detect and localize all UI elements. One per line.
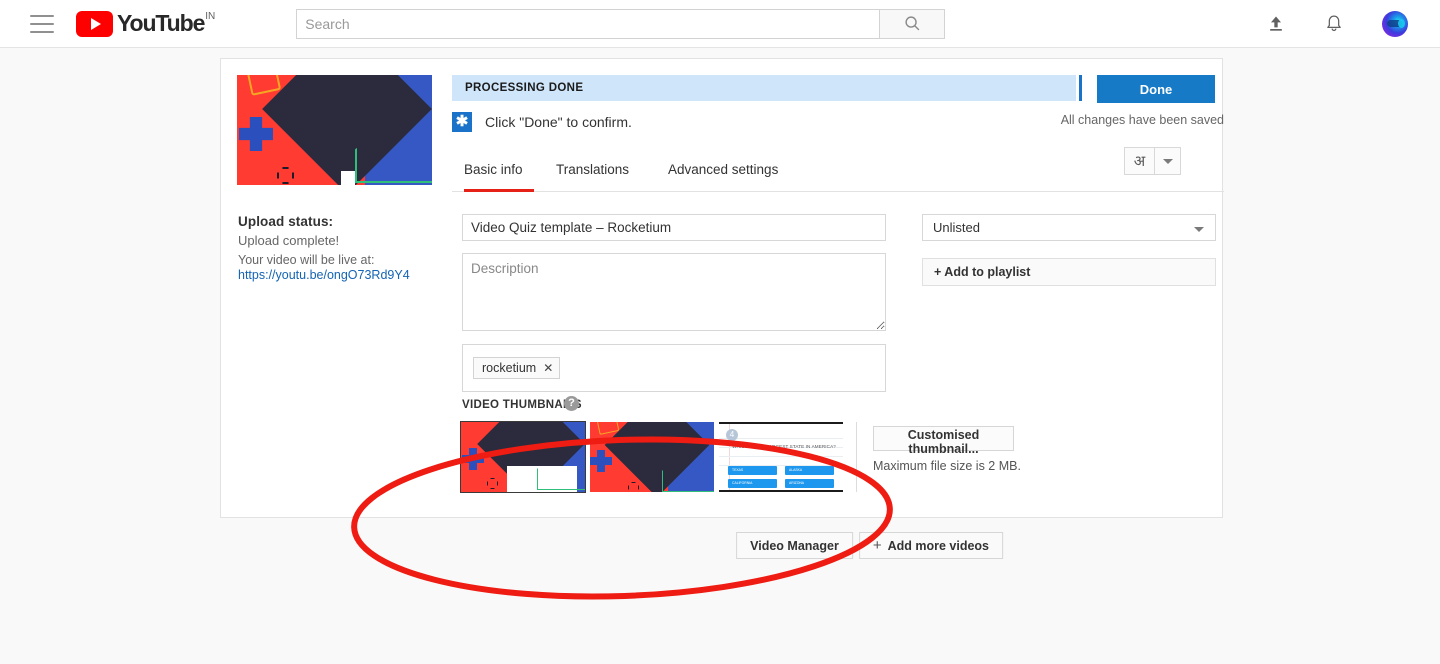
quiz-number-badge: 4	[726, 429, 738, 441]
video-manager-button[interactable]: Video Manager	[736, 532, 853, 559]
max-file-size-note: Maximum file size is 2 MB.	[873, 459, 1021, 473]
video-preview-thumbnail	[237, 75, 432, 185]
quiz-option-1: TEXAS	[728, 466, 777, 475]
help-icon[interactable]: ?	[564, 396, 579, 411]
upload-status-title: Upload status:	[238, 214, 334, 229]
confirm-instruction-text: Click "Done" to confirm.	[485, 114, 632, 130]
add-to-playlist-button[interactable]: + Add to playlist	[922, 258, 1216, 286]
bell-icon	[1327, 15, 1341, 32]
language-dropdown-button[interactable]	[1155, 148, 1180, 174]
upload-icon	[1270, 16, 1282, 31]
play-triangle-icon	[76, 11, 113, 37]
video-description-input[interactable]	[462, 253, 886, 331]
thumbnail-option-3[interactable]: 4 WHICH IS THE LARGEST STATE IN AMERICA?…	[719, 422, 843, 492]
add-to-playlist-label: + Add to playlist	[934, 265, 1031, 279]
footer-actions: Video Manager + Add more videos	[736, 532, 1003, 559]
upload-video-button[interactable]	[1266, 14, 1286, 34]
add-more-videos-label: Add more videos	[887, 538, 989, 553]
custom-thumbnail-button[interactable]: Customised thumbnail...	[873, 426, 1014, 456]
details-panel: PROCESSING DONE Done All changes have be…	[452, 59, 1224, 519]
thumbnail-option-2[interactable]	[590, 422, 714, 492]
video-url-link[interactable]: https://youtu.be/ongO73Rd9Y4	[238, 268, 410, 282]
preview-shape-white-square	[341, 171, 355, 185]
tag-label: rocketium	[482, 361, 537, 375]
logo-country-code: IN	[205, 11, 216, 22]
search-button[interactable]	[880, 8, 946, 39]
done-button[interactable]: Done	[1097, 75, 1215, 103]
tab-basic-info[interactable]: Basic info	[464, 154, 556, 192]
quiz-question-text: WHICH IS THE LARGEST STATE IN AMERICA?	[732, 444, 836, 449]
chevron-down-icon	[1162, 158, 1173, 164]
video-title-input[interactable]	[462, 214, 886, 241]
language-selector-value: अ	[1125, 148, 1155, 174]
hamburger-menu-icon[interactable]	[30, 14, 54, 33]
page-body: Upload status: Upload complete! Your vid…	[0, 48, 1440, 664]
preview-shape-blue-cross	[239, 117, 273, 151]
preview-shape-outline-cross	[277, 167, 294, 184]
upload-live-label: Your video will be live at:	[238, 253, 375, 267]
tag-remove-icon[interactable]: ✕	[543, 361, 553, 375]
search-bar	[296, 8, 946, 39]
privacy-dropdown[interactable]: Unlisted	[922, 214, 1216, 241]
notifications-button[interactable]	[1324, 13, 1344, 34]
star-icon: ✱	[452, 112, 472, 132]
language-selector[interactable]: अ	[1124, 147, 1181, 175]
quiz-option-3: CALIFORNIA	[728, 479, 777, 488]
youtube-logo[interactable]: YouTube IN	[76, 10, 215, 37]
preview-shape-yellow-outline	[246, 75, 282, 96]
tag-chip[interactable]: rocketium ✕	[473, 357, 561, 379]
quiz-option-4: ARIZONA	[785, 479, 834, 488]
processing-banner-label: PROCESSING DONE	[465, 82, 584, 94]
upload-status-line: Upload complete!	[238, 233, 340, 248]
processing-banner: PROCESSING DONE	[452, 75, 1076, 101]
saved-status-text: All changes have been saved	[1060, 113, 1224, 127]
tab-bar: Basic info Translations Advanced setting…	[452, 154, 1224, 192]
video-tags-field[interactable]: rocketium ✕	[462, 344, 886, 392]
thumbnail-option-1[interactable]	[460, 421, 586, 493]
search-input[interactable]	[296, 8, 881, 39]
thumbnail-divider	[856, 422, 857, 492]
add-more-videos-button[interactable]: + Add more videos	[858, 532, 1003, 559]
privacy-value: Unlisted	[933, 220, 980, 235]
quiz-option-2: ALASKA	[785, 466, 834, 475]
tab-advanced-settings[interactable]: Advanced settings	[668, 154, 808, 191]
processing-progress-marker	[1079, 75, 1082, 101]
header-actions	[1266, 10, 1408, 37]
chevron-down-icon	[1194, 219, 1204, 237]
video-manager-label: Video Manager	[750, 538, 839, 553]
tab-translations[interactable]: Translations	[556, 154, 668, 191]
plus-icon: +	[872, 537, 882, 554]
thumbnail-options: 4 WHICH IS THE LARGEST STATE IN AMERICA?…	[460, 421, 848, 493]
youtube-header: YouTube IN	[0, 0, 1440, 48]
search-icon	[905, 16, 920, 31]
upload-details-card: Upload status: Upload complete! Your vid…	[220, 58, 1224, 519]
avatar[interactable]	[1382, 10, 1408, 37]
logo-text: YouTube	[117, 10, 205, 36]
